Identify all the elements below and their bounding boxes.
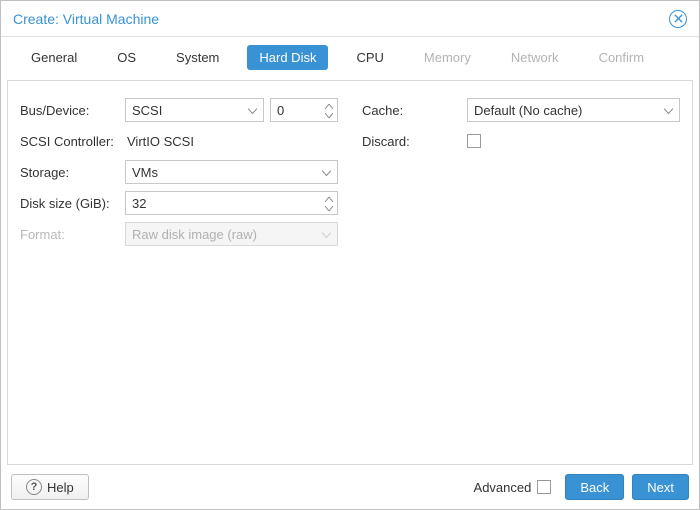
help-button[interactable]: ? Help <box>11 474 89 500</box>
titlebar: Create: Virtual Machine <box>1 1 699 37</box>
tab-cpu[interactable]: CPU <box>344 45 395 70</box>
tab-general[interactable]: General <box>19 45 89 70</box>
close-button[interactable] <box>669 10 687 28</box>
tab-network: Network <box>499 45 571 70</box>
chevron-down-icon <box>248 103 257 118</box>
left-column: Bus/Device: SCSI 0 SCS <box>20 95 338 450</box>
help-button-label: Help <box>47 480 74 495</box>
close-icon <box>674 14 683 23</box>
storage-label: Storage: <box>20 165 125 180</box>
storage-row: Storage: VMs <box>20 157 338 187</box>
cache-label: Cache: <box>362 103 467 118</box>
wizard-tabs: General OS System Hard Disk CPU Memory N… <box>1 37 699 80</box>
tab-system[interactable]: System <box>164 45 231 70</box>
footer: ? Help Advanced Back Next <box>1 465 699 509</box>
format-label: Format: <box>20 227 125 242</box>
format-select: Raw disk image (raw) <box>125 222 338 246</box>
chevron-down-icon <box>322 227 331 242</box>
back-button[interactable]: Back <box>565 474 624 500</box>
spinner-arrows-icon <box>325 101 333 121</box>
discard-label: Discard: <box>362 134 467 149</box>
window-title: Create: Virtual Machine <box>13 11 159 27</box>
right-column: Cache: Default (No cache) Discard: <box>362 95 680 450</box>
discard-checkbox[interactable] <box>467 134 481 148</box>
scsi-controller-label: SCSI Controller: <box>20 134 125 149</box>
advanced-label: Advanced <box>474 480 532 495</box>
bus-device-row: Bus/Device: SCSI 0 <box>20 95 338 125</box>
disk-size-value: 32 <box>132 196 146 211</box>
advanced-checkbox[interactable] <box>537 480 551 494</box>
disk-size-label: Disk size (GiB): <box>20 196 125 211</box>
cache-select[interactable]: Default (No cache) <box>467 98 680 122</box>
cache-row: Cache: Default (No cache) <box>362 95 680 125</box>
storage-select-value: VMs <box>132 165 158 180</box>
disk-size-row: Disk size (GiB): 32 <box>20 188 338 218</box>
scsi-controller-value: VirtIO SCSI <box>125 134 194 149</box>
disk-size-spinner[interactable]: 32 <box>125 191 338 215</box>
discard-row: Discard: <box>362 126 680 156</box>
advanced-toggle[interactable]: Advanced <box>474 480 552 495</box>
storage-select[interactable]: VMs <box>125 160 338 184</box>
create-vm-window: Create: Virtual Machine General OS Syste… <box>0 0 700 510</box>
scsi-controller-row: SCSI Controller: VirtIO SCSI <box>20 126 338 156</box>
bus-select[interactable]: SCSI <box>125 98 264 122</box>
tab-confirm: Confirm <box>587 45 657 70</box>
tab-hard-disk[interactable]: Hard Disk <box>247 45 328 70</box>
next-button-label: Next <box>647 480 674 495</box>
chevron-down-icon <box>322 165 331 180</box>
bus-index-value: 0 <box>277 103 284 118</box>
next-button[interactable]: Next <box>632 474 689 500</box>
bus-index-spinner[interactable]: 0 <box>270 98 338 122</box>
spinner-arrows-icon <box>325 194 333 214</box>
bus-device-label: Bus/Device: <box>20 103 125 118</box>
tab-memory: Memory <box>412 45 483 70</box>
cache-select-value: Default (No cache) <box>474 103 582 118</box>
chevron-down-icon <box>664 103 673 118</box>
help-icon: ? <box>26 479 42 495</box>
form-panel: Bus/Device: SCSI 0 SCS <box>7 80 693 465</box>
format-row: Format: Raw disk image (raw) <box>20 219 338 249</box>
back-button-label: Back <box>580 480 609 495</box>
tab-os[interactable]: OS <box>105 45 148 70</box>
bus-select-value: SCSI <box>132 103 162 118</box>
format-select-value: Raw disk image (raw) <box>132 227 257 242</box>
